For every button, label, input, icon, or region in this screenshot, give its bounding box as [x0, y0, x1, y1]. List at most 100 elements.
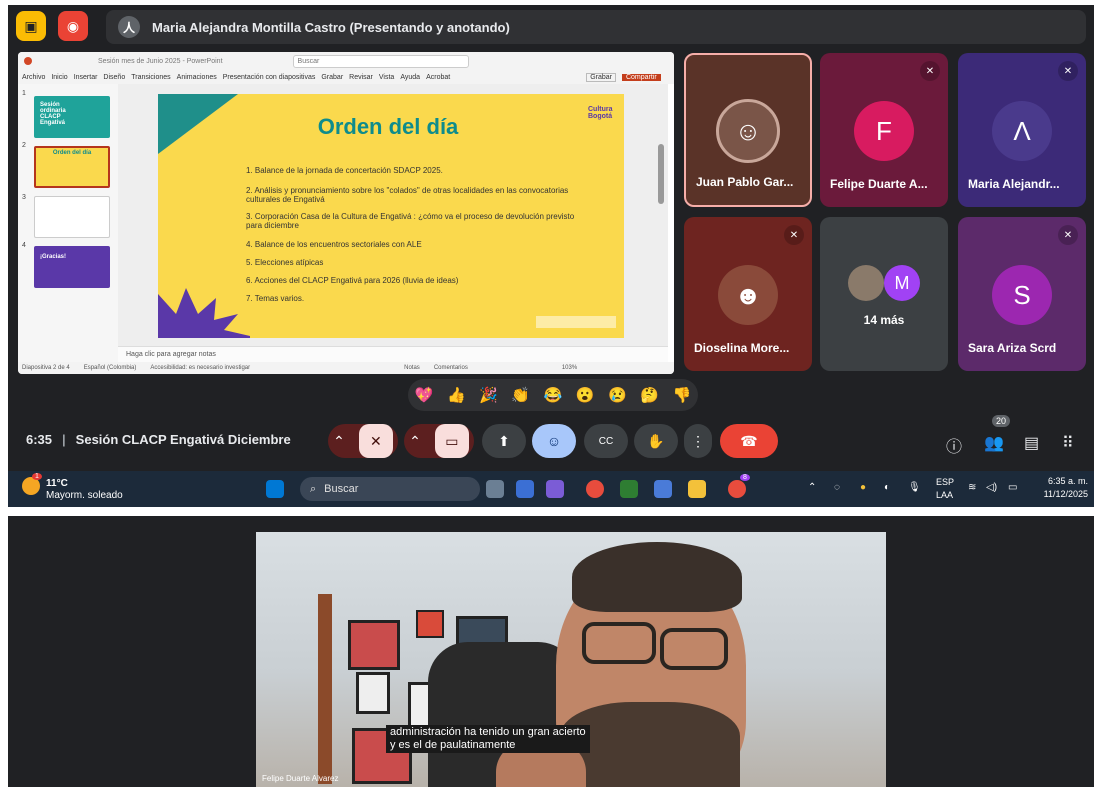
reaction-clap[interactable]: 👏: [511, 386, 530, 404]
chevron-up-icon[interactable]: ⌃: [333, 433, 345, 450]
reaction-thumbs-down[interactable]: 👎: [673, 386, 692, 404]
participant-photo: ☻: [718, 265, 778, 325]
status-language[interactable]: Español (Colombia): [84, 365, 137, 371]
task-view-icon[interactable]: [486, 480, 504, 498]
ppt-slide-thumbnails: 1 Sesión ordinaria CLACP Engativá 2 Orde…: [18, 84, 118, 362]
store-icon[interactable]: [620, 480, 638, 498]
chrome-icon[interactable]: [586, 480, 604, 498]
copilot-icon[interactable]: [546, 480, 564, 498]
info-icon[interactable]: ⓘ: [946, 433, 962, 457]
thumb-text: Orden del día: [52, 150, 92, 156]
meeting-info: 6:35 | Sesión CLACP Engativá Diciembre: [26, 432, 291, 447]
agenda-item: 4. Balance de los encuentros sectoriales…: [246, 240, 422, 249]
participant-tile[interactable]: ✕ Λ Maria Alejandr...: [958, 53, 1086, 207]
ppt-logo-icon: [24, 57, 32, 65]
tray-app-icon[interactable]: ◌: [834, 482, 840, 493]
ppt-record-button[interactable]: Grabar: [586, 72, 616, 82]
status-notes-button[interactable]: Notas: [404, 365, 420, 371]
current-slide[interactable]: Orden del día Cultura Bogotá 1. Balance …: [158, 94, 624, 338]
ppt-search-input[interactable]: Buscar: [292, 54, 469, 68]
present-screen-button[interactable]: ⬆: [482, 424, 526, 458]
weather-temp: 11°C: [46, 478, 68, 489]
record-icon[interactable]: ◉: [58, 11, 88, 41]
reaction-party[interactable]: 🎉: [479, 386, 498, 404]
microphone-icon[interactable]: 🎙: [908, 482, 921, 493]
file-explorer-icon[interactable]: [688, 480, 706, 498]
thumb-number: 3: [22, 194, 26, 201]
thumb-text: ¡Gracias!: [40, 254, 67, 260]
ppt-share-button[interactable]: Compartir: [621, 73, 661, 81]
wifi-icon[interactable]: ≋: [968, 482, 976, 493]
menu-grabar[interactable]: Grabar: [321, 74, 343, 81]
participant-tile[interactable]: ☺ Juan Pablo Gar...: [684, 53, 812, 207]
emoji-button[interactable]: ☺: [532, 424, 576, 458]
captions-button[interactable]: CC: [584, 424, 628, 458]
slide-thumb-3[interactable]: [34, 196, 110, 238]
reaction-thumbs-up[interactable]: 👍: [447, 386, 466, 404]
menu-insertar[interactable]: Insertar: [74, 74, 98, 81]
slide-thumb-1[interactable]: Sesión ordinaria CLACP Engativá: [34, 96, 110, 138]
tray-chevron-icon[interactable]: ⌃: [808, 482, 816, 493]
menu-vista[interactable]: Vista: [379, 74, 394, 81]
more-participants-tile[interactable]: M 14 más: [820, 217, 948, 371]
pin-icon[interactable]: ▣: [16, 11, 46, 41]
ppt-vertical-scrollbar[interactable]: [658, 144, 664, 204]
menu-ayuda[interactable]: Ayuda: [400, 74, 420, 81]
menu-animaciones[interactable]: Animaciones: [177, 74, 217, 81]
status-zoom[interactable]: 103%: [562, 365, 577, 371]
input-language-top[interactable]: ESP: [936, 477, 954, 487]
camera-off-button[interactable]: ▭: [434, 424, 469, 458]
clock-time[interactable]: 6:35 a. m.: [1038, 476, 1088, 486]
activities-icon[interactable]: ⠿: [1062, 433, 1074, 453]
reaction-sad[interactable]: 😢: [608, 386, 627, 404]
agenda-item: 1. Balance de la jornada de concertación…: [246, 166, 443, 175]
status-accessibility[interactable]: Accesibilidad: es necesario investigar: [150, 365, 250, 371]
participant-tile[interactable]: ✕ ☻ Dioselina More...: [684, 217, 812, 371]
tray-app-icon[interactable]: ◐: [884, 482, 890, 493]
input-language-bottom[interactable]: LAA: [936, 490, 953, 500]
volume-icon[interactable]: ◁): [986, 482, 997, 493]
more-participants-label: 14 más: [863, 313, 905, 327]
clock-date[interactable]: 11/12/2025: [1032, 489, 1088, 499]
menu-acrobat[interactable]: Acrobat: [426, 74, 450, 81]
raise-hand-button[interactable]: ✋: [634, 424, 678, 458]
speaker-hair: [572, 542, 742, 612]
reaction-laugh[interactable]: 😂: [544, 386, 563, 404]
slide-starburst-shape: [158, 288, 250, 338]
menu-inicio[interactable]: Inicio: [51, 74, 67, 81]
taskbar-search[interactable]: ⌕ Buscar: [300, 477, 480, 501]
chevron-up-icon[interactable]: ⌃: [409, 433, 421, 450]
hangup-button[interactable]: ☎: [720, 424, 778, 458]
meet-window: ▣ ◉ 人 Maria Alejandra Montilla Castro (P…: [8, 5, 1094, 507]
menu-revisar[interactable]: Revisar: [349, 74, 373, 81]
menu-diseno[interactable]: Diseño: [103, 74, 125, 81]
caption-line: y es el de paulatinamente: [390, 739, 516, 751]
slide-title: Orden del día: [317, 114, 459, 139]
slide-thumb-2[interactable]: Orden del día: [34, 146, 110, 188]
chat-icon[interactable]: ▤: [1024, 433, 1039, 453]
participant-tile[interactable]: ✕ S Sara Ariza Scrd: [958, 217, 1086, 371]
chrome-profile-icon[interactable]: [728, 480, 746, 498]
mic-off-icon: ✕: [1058, 225, 1078, 245]
status-comments-button[interactable]: Comentarios: [434, 365, 468, 371]
ppt-notes-area[interactable]: Haga clic para agregar notas: [118, 346, 668, 362]
caption-line: administración ha tenido un gran acierto: [390, 726, 586, 738]
reaction-heart[interactable]: 💖: [415, 386, 434, 404]
participant-name: Juan Pablo Gar...: [696, 175, 794, 189]
teams-icon[interactable]: [516, 480, 534, 498]
battery-icon[interactable]: ▭: [1008, 482, 1017, 493]
participant-tile[interactable]: ✕ F Felipe Duarte A...: [820, 53, 948, 207]
more-options-button[interactable]: ⋮: [684, 424, 712, 458]
reaction-thinking[interactable]: 🤔: [640, 386, 659, 404]
tray-app-icon[interactable]: ●: [860, 482, 866, 493]
reaction-surprised[interactable]: 😮: [576, 386, 595, 404]
slide-thumb-4[interactable]: ¡Gracias!: [34, 246, 110, 288]
windows-start-icon[interactable]: [266, 480, 284, 498]
app-icon[interactable]: [654, 480, 672, 498]
menu-archivo[interactable]: Archivo: [22, 74, 45, 81]
mic-off-button[interactable]: ✕: [358, 424, 393, 458]
people-icon[interactable]: 👥: [984, 433, 1004, 453]
ppt-title-bar: Sesión mes de Junio 2025 - PowerPoint Bu…: [18, 52, 674, 70]
menu-transiciones[interactable]: Transiciones: [131, 74, 170, 81]
menu-presentacion[interactable]: Presentación con diapositivas: [223, 74, 316, 81]
